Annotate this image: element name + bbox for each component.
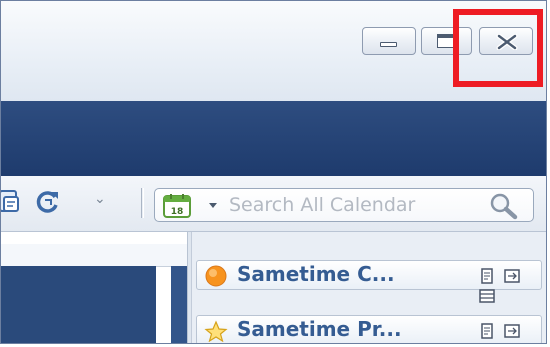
calendar-pane-body xyxy=(1,266,156,343)
app-window: ⌄ 18 Search All Calendar Sametime C... S… xyxy=(0,0,547,344)
document-icon[interactable] xyxy=(479,323,495,339)
header-band xyxy=(1,101,546,176)
sidebar-item-sametime-contacts[interactable]: Sametime C... xyxy=(196,260,542,303)
pane-list-icon[interactable] xyxy=(479,343,495,344)
minimize-icon xyxy=(380,42,397,47)
overflow-chevron-icon[interactable]: ⌄ xyxy=(94,192,106,206)
sidebar-item-tools xyxy=(479,268,541,308)
calendar-search-box: 18 xyxy=(154,188,534,222)
sidebar-item-label: Sametime Pr... xyxy=(237,317,402,341)
calendar-icon[interactable]: 18 xyxy=(162,193,192,219)
calendar-pane-edge xyxy=(171,266,187,343)
sametime-orange-icon xyxy=(205,265,227,287)
sidebar: Sametime C... Sametime Pr... xyxy=(191,232,546,344)
pane-arrow-icon[interactable] xyxy=(504,323,520,339)
search-scope-dropdown-icon[interactable] xyxy=(209,203,217,208)
document-icon[interactable] xyxy=(479,268,495,284)
sidebar-item-tools xyxy=(479,323,541,344)
calendar-search-input[interactable] xyxy=(229,192,479,218)
minimize-button[interactable] xyxy=(362,27,416,55)
magnifier-icon[interactable] xyxy=(488,192,520,220)
calendar-pane xyxy=(1,232,188,343)
calendar-day-label: 18 xyxy=(171,207,184,217)
attachment-icon[interactable] xyxy=(0,188,24,216)
calendar-pane-header xyxy=(1,244,187,267)
refresh-icon[interactable] xyxy=(34,188,62,216)
pane-list-icon[interactable] xyxy=(479,288,495,304)
sidebar-item-sametime-primary[interactable]: Sametime Pr... xyxy=(196,315,542,344)
calendar-toolbar: ⌄ 18 xyxy=(1,176,546,232)
close-button-highlight xyxy=(453,9,543,87)
toolbar-separator xyxy=(141,188,144,218)
star-icon xyxy=(204,320,228,342)
main-content: Sametime C... Sametime Pr... xyxy=(1,232,546,344)
sidebar-item-label: Sametime C... xyxy=(237,262,395,286)
pane-arrow-icon[interactable] xyxy=(504,268,520,284)
